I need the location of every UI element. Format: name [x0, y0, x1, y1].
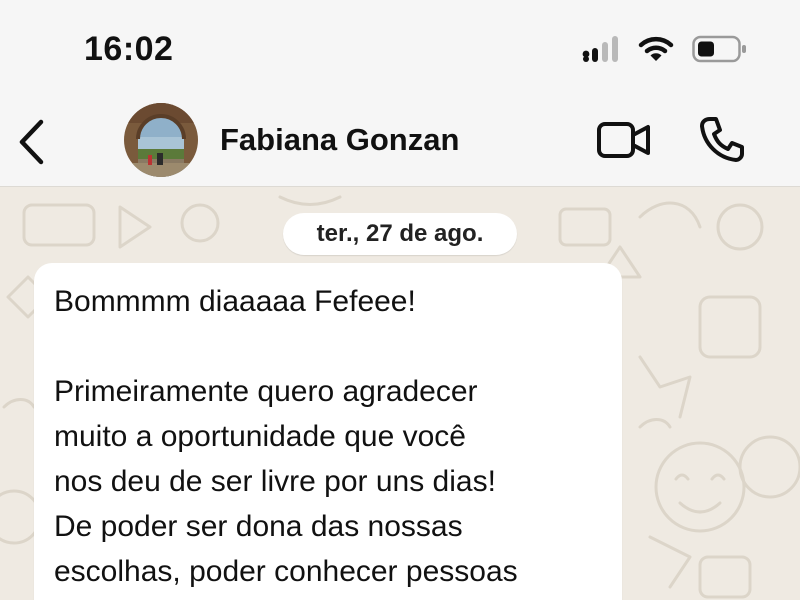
contact-name[interactable]: Fabiana Gonzan — [220, 122, 459, 158]
status-time: 16:02 — [84, 30, 174, 68]
date-separator: ter., 27 de ago. — [283, 213, 517, 255]
status-icons — [582, 35, 748, 68]
avatar-photo — [124, 103, 198, 177]
chat-header: 16:02 Fabiana Gonzan — [0, 0, 800, 187]
message-text: Bommmm diaaaaa Fefeee! Primeiramente que… — [54, 279, 614, 594]
phone-icon — [700, 117, 744, 162]
message-line: De poder ser dona das nossas — [54, 510, 463, 543]
message-line: escolhas, poder conhecer pessoas — [54, 555, 518, 588]
video-call-button[interactable] — [594, 118, 654, 162]
message-line — [54, 324, 614, 369]
back-button[interactable] — [12, 116, 56, 168]
battery-icon — [692, 35, 748, 68]
message-line: Bommmm diaaaaa Fefeee! — [54, 285, 416, 318]
avatar[interactable] — [124, 103, 198, 177]
chevron-left-icon — [19, 119, 44, 165]
voice-call-button[interactable] — [696, 113, 748, 165]
message-line: muito a oportunidade que você — [54, 420, 466, 453]
message-line: Primeiramente quero agradecer — [54, 375, 478, 408]
message-line: nos deu de ser livre por uns dias! — [54, 465, 496, 498]
cellular-signal-icon — [582, 36, 620, 67]
message-bubble[interactable]: Bommmm diaaaaa Fefeee! Primeiramente que… — [34, 263, 622, 600]
video-camera-icon — [597, 122, 650, 158]
wifi-icon — [638, 35, 674, 68]
